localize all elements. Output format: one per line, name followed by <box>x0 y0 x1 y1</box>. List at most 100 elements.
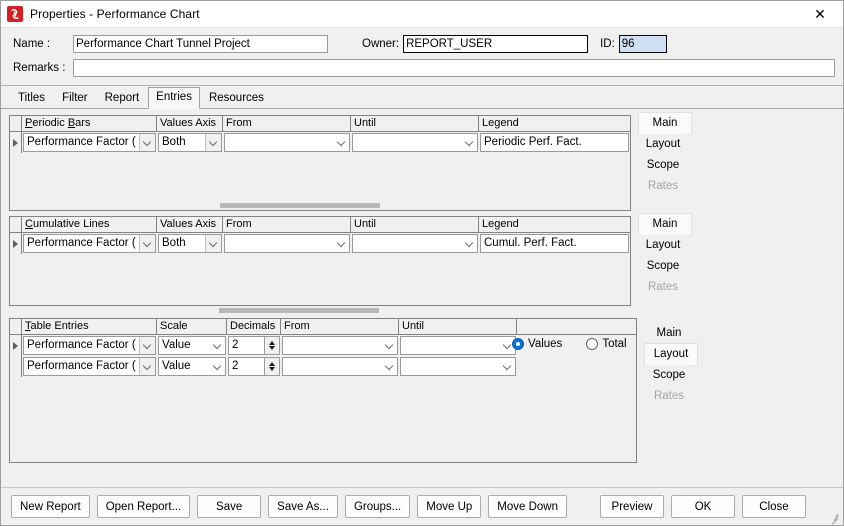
cell-from[interactable] <box>281 335 399 356</box>
chevron-down-icon[interactable] <box>205 235 221 252</box>
radio-total[interactable]: Total <box>586 338 627 350</box>
decimals-stepper[interactable]: 2 <box>228 336 280 355</box>
radio-values[interactable]: Values <box>512 338 562 350</box>
close-button[interactable]: Close <box>742 495 806 518</box>
periodic-main-button[interactable]: Main <box>639 113 691 134</box>
chevron-down-icon[interactable] <box>382 358 397 375</box>
close-icon[interactable]: ✕ <box>797 1 843 27</box>
col-from[interactable]: From <box>223 217 351 232</box>
open-report-button[interactable]: Open Report... <box>96 495 191 518</box>
chevron-down-icon[interactable] <box>462 235 477 252</box>
name-input[interactable]: Performance Chart Tunnel Project <box>73 35 328 53</box>
until-combobox[interactable] <box>352 133 478 152</box>
from-combobox[interactable] <box>282 336 398 355</box>
cell-from[interactable] <box>223 233 351 254</box>
scale-combobox[interactable]: Value <box>158 357 226 376</box>
cell-from[interactable] <box>281 356 399 377</box>
col-until[interactable]: Until <box>399 319 517 334</box>
move-up-button[interactable]: Move Up <box>417 495 482 518</box>
cell-entry[interactable]: Performance Factor ( <box>22 233 157 254</box>
cumulative-scope-button[interactable]: Scope <box>639 256 687 277</box>
chevron-down-icon[interactable] <box>139 134 155 151</box>
cell-decimals[interactable]: 2 <box>227 356 281 377</box>
move-down-button[interactable]: Move Down <box>488 495 567 518</box>
chevron-down-icon[interactable] <box>210 358 225 375</box>
decimals-stepper[interactable]: 2 <box>228 357 280 376</box>
col-until[interactable]: Until <box>351 217 479 232</box>
table-row[interactable]: Performance Factor ( Both <box>10 233 630 254</box>
preview-button[interactable]: Preview <box>600 495 664 518</box>
new-report-button[interactable]: New Report <box>11 495 90 518</box>
from-combobox[interactable] <box>224 133 350 152</box>
cell-values-axis[interactable]: Both <box>157 233 223 254</box>
table-scope-button[interactable]: Scope <box>645 365 693 386</box>
table-main-button[interactable]: Main <box>645 323 693 344</box>
save-as-button[interactable]: Save As... <box>268 495 338 518</box>
values-axis-combobox[interactable]: Both <box>158 133 222 152</box>
horizontal-scrollbar[interactable] <box>10 201 630 210</box>
col-legend[interactable]: Legend <box>479 116 630 131</box>
chevron-down-icon[interactable] <box>139 358 155 375</box>
legend-input[interactable]: Periodic Perf. Fact. <box>480 133 629 152</box>
chevron-down-icon[interactable] <box>210 337 225 354</box>
legend-input[interactable]: Cumul. Perf. Fact. <box>480 234 629 253</box>
resize-grip-icon[interactable] <box>829 512 841 525</box>
cell-entry[interactable]: Performance Factor ( <box>22 356 157 377</box>
cell-entry[interactable]: Performance Factor ( <box>22 132 157 153</box>
entry-combobox[interactable]: Performance Factor ( <box>23 336 156 355</box>
cell-entry[interactable]: Performance Factor ( <box>22 335 157 356</box>
entry-combobox[interactable]: Performance Factor ( <box>23 234 156 253</box>
tab-report[interactable]: Report <box>96 88 148 108</box>
col-legend[interactable]: Legend <box>479 217 630 232</box>
tab-entries[interactable]: Entries <box>148 87 200 109</box>
chevron-down-icon[interactable] <box>462 134 477 151</box>
remarks-input[interactable] <box>73 59 835 77</box>
cell-until[interactable] <box>351 132 479 153</box>
horizontal-scrollbar[interactable] <box>9 306 631 315</box>
values-axis-combobox[interactable]: Both <box>158 234 222 253</box>
save-button[interactable]: Save <box>197 495 262 518</box>
entry-combobox[interactable]: Performance Factor ( <box>23 133 156 152</box>
cell-until[interactable] <box>351 233 479 254</box>
cell-from[interactable] <box>223 132 351 153</box>
cell-until[interactable] <box>399 356 517 377</box>
until-combobox[interactable] <box>400 357 516 376</box>
cell-scale[interactable]: Value <box>157 335 227 356</box>
periodic-layout-button[interactable]: Layout <box>639 134 687 155</box>
chevron-down-icon[interactable] <box>334 235 349 252</box>
ok-button[interactable]: OK <box>671 495 735 518</box>
cell-until[interactable] <box>399 335 517 356</box>
from-combobox[interactable] <box>224 234 350 253</box>
col-until[interactable]: Until <box>351 116 479 131</box>
cell-legend[interactable]: Cumul. Perf. Fact. <box>479 233 630 254</box>
tab-filter[interactable]: Filter <box>54 88 96 108</box>
tab-resources[interactable]: Resources <box>200 88 272 108</box>
tab-titles[interactable]: Titles <box>10 88 54 108</box>
periodic-scope-button[interactable]: Scope <box>639 155 687 176</box>
cell-legend[interactable]: Periodic Perf. Fact. <box>479 132 630 153</box>
col-from[interactable]: From <box>223 116 351 131</box>
cell-values-axis[interactable]: Both <box>157 132 223 153</box>
col-periodic-bars[interactable]: Periodic Bars <box>22 116 157 131</box>
spinner-arrows-icon[interactable] <box>264 358 279 375</box>
chevron-down-icon[interactable] <box>382 337 397 354</box>
col-cumulative-lines[interactable]: Cumulative Lines <box>22 217 157 232</box>
id-input[interactable]: 96 <box>618 35 667 53</box>
table-row[interactable]: Performance Factor ( Value 2 <box>10 356 636 377</box>
cumulative-layout-button[interactable]: Layout <box>639 235 687 256</box>
cell-decimals[interactable]: 2 <box>227 335 281 356</box>
col-decimals[interactable]: Decimals <box>227 319 281 334</box>
groups-button[interactable]: Groups... <box>344 495 411 518</box>
col-table-entries[interactable]: Table Entries <box>22 319 157 334</box>
until-combobox[interactable] <box>400 336 516 355</box>
scale-combobox[interactable]: Value <box>158 336 226 355</box>
cell-scale[interactable]: Value <box>157 356 227 377</box>
col-values-axis[interactable]: Values Axis <box>157 116 223 131</box>
col-values-axis[interactable]: Values Axis <box>157 217 223 232</box>
chevron-down-icon[interactable] <box>205 134 221 151</box>
chevron-down-icon[interactable] <box>500 358 515 375</box>
owner-input[interactable]: REPORT_USER <box>403 35 589 53</box>
entry-combobox[interactable]: Performance Factor ( <box>23 357 156 376</box>
spinner-arrows-icon[interactable] <box>264 337 279 354</box>
until-combobox[interactable] <box>352 234 478 253</box>
